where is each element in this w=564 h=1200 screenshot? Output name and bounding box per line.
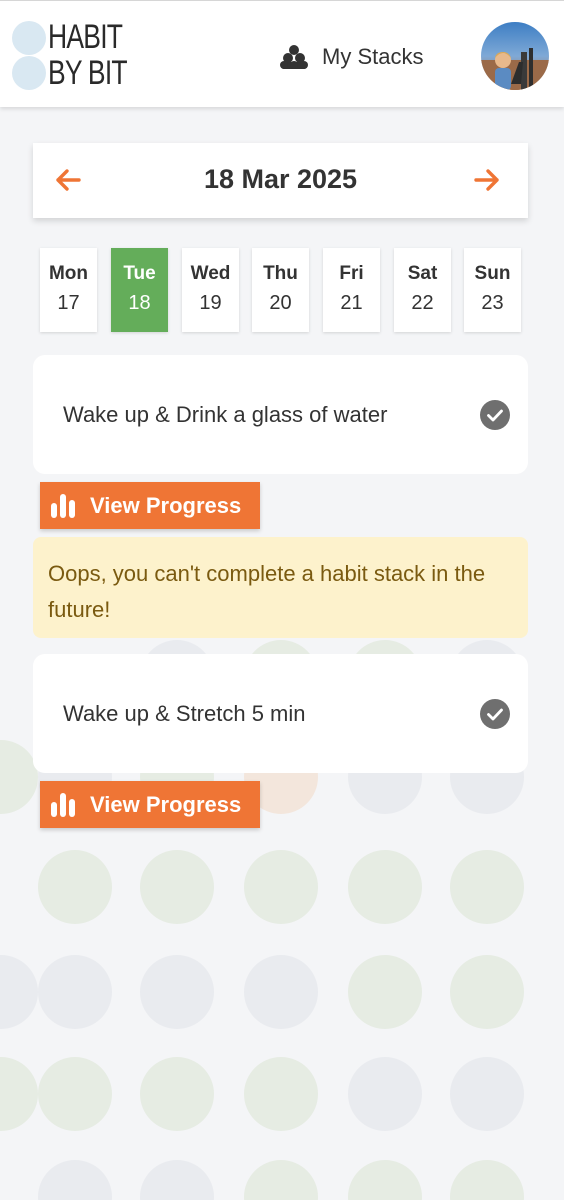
date-navigator: 18 Mar 2025 bbox=[33, 143, 528, 218]
view-progress-button[interactable]: View Progress bbox=[40, 781, 260, 828]
day-name: Thu bbox=[263, 263, 298, 284]
day-thu[interactable]: Thu 20 bbox=[252, 248, 309, 332]
current-date: 18 Mar 2025 bbox=[203, 164, 358, 194]
day-date: 17 bbox=[57, 292, 80, 314]
habit-stack-card[interactable]: Wake up & Stretch 5 min bbox=[33, 654, 528, 773]
view-progress-label: View Progress bbox=[90, 791, 242, 817]
day-name: Sun bbox=[474, 263, 511, 284]
day-date: 21 bbox=[340, 292, 363, 314]
day-sun[interactable]: Sun 23 bbox=[464, 248, 521, 332]
app-header: HABIT BY BIT My Stacks bbox=[0, 0, 564, 107]
user-avatar[interactable] bbox=[481, 22, 549, 90]
day-mon[interactable]: Mon 17 bbox=[40, 248, 97, 332]
day-name: Tue bbox=[123, 263, 156, 284]
day-tue[interactable]: Tue 18 bbox=[111, 248, 168, 332]
logo-circle-top bbox=[12, 21, 46, 55]
logo-line-2: BY BIT bbox=[48, 54, 128, 92]
day-date: 23 bbox=[481, 292, 504, 314]
day-name: Mon bbox=[48, 263, 89, 284]
arrow-right-icon[interactable] bbox=[472, 165, 502, 195]
day-name: Fri bbox=[339, 263, 364, 284]
day-wed[interactable]: Wed 19 bbox=[182, 248, 239, 332]
habit-stack-title: Wake up & Stretch 5 min bbox=[63, 701, 306, 726]
day-name: Sat bbox=[407, 263, 438, 284]
day-date: 19 bbox=[199, 292, 222, 314]
day-name: Wed bbox=[190, 263, 231, 284]
check-circle-icon[interactable] bbox=[480, 400, 510, 430]
logo-line-1: HABIT bbox=[48, 18, 123, 56]
day-fri[interactable]: Fri 21 bbox=[323, 248, 380, 332]
day-date: 20 bbox=[269, 292, 292, 314]
bar-chart-icon bbox=[51, 493, 75, 518]
bar-chart-icon bbox=[51, 792, 75, 817]
my-stacks-label: My Stacks bbox=[322, 44, 424, 69]
check-circle-icon[interactable] bbox=[480, 699, 510, 729]
habit-stack-title: Wake up & Drink a glass of water bbox=[63, 402, 388, 427]
future-completion-alert: Oops, you can't complete a habit stack i… bbox=[33, 537, 528, 638]
view-progress-label: View Progress bbox=[90, 492, 242, 518]
day-date: 22 bbox=[411, 292, 434, 314]
logo-circle-bottom bbox=[12, 56, 46, 90]
stack-icon bbox=[280, 45, 308, 69]
view-progress-button[interactable]: View Progress bbox=[40, 482, 260, 529]
day-date: 18 bbox=[128, 292, 151, 314]
my-stacks-link[interactable]: My Stacks bbox=[280, 39, 423, 75]
day-sat[interactable]: Sat 22 bbox=[394, 248, 451, 332]
logo[interactable]: HABIT BY BIT bbox=[10, 19, 140, 93]
habit-stack-card[interactable]: Wake up & Drink a glass of water bbox=[33, 355, 528, 474]
